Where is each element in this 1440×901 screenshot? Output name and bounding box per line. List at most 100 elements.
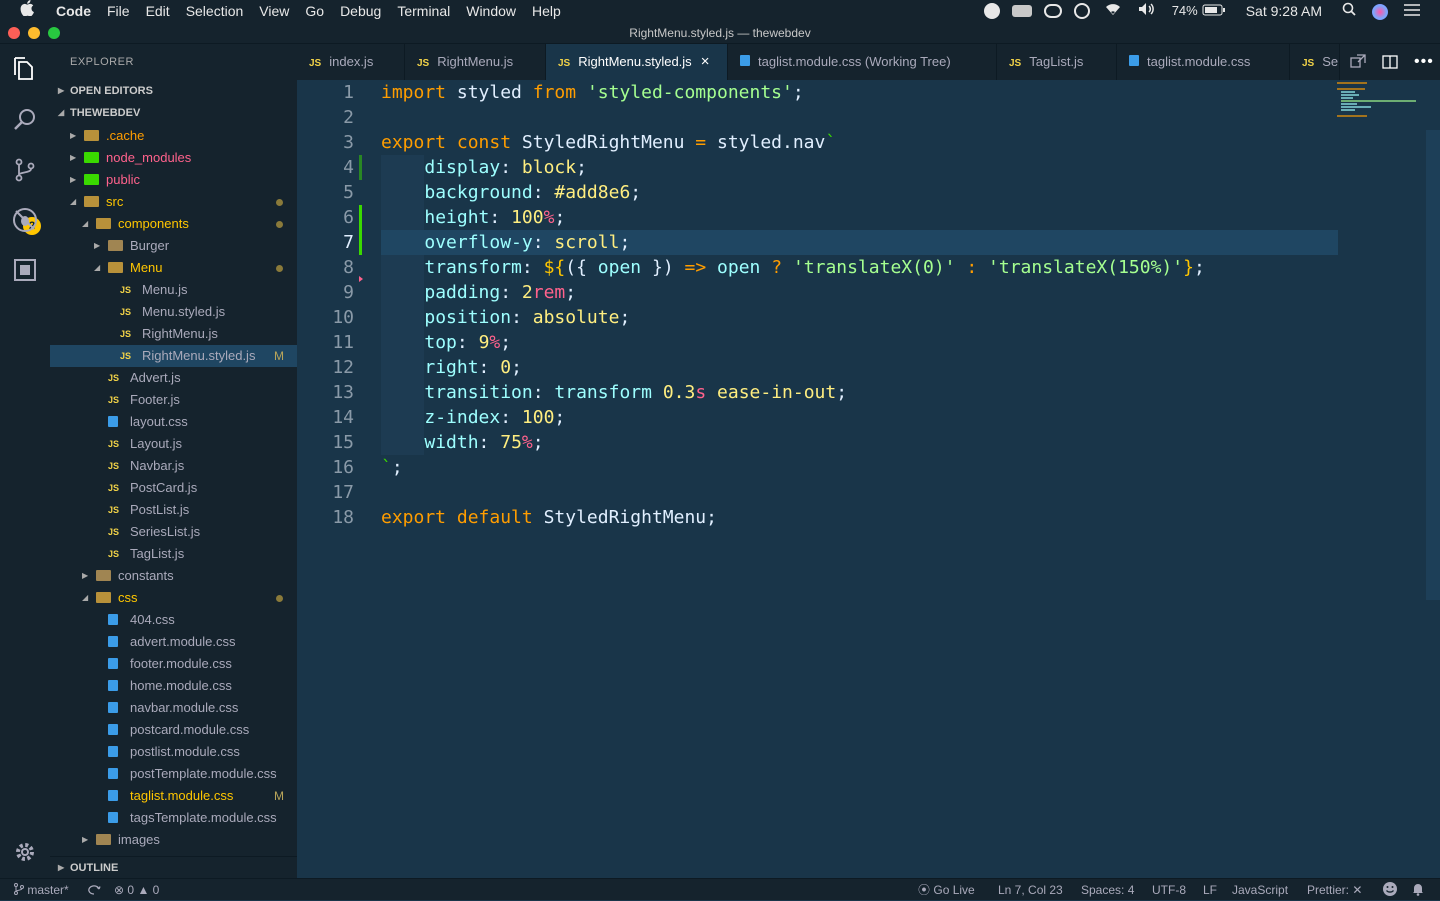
- docker-icon[interactable]: [1011, 5, 1032, 17]
- tree-item-label: Footer.js: [130, 392, 180, 407]
- split-editor-icon[interactable]: [1382, 54, 1398, 75]
- file-encoding[interactable]: UTF-8: [1152, 879, 1186, 901]
- settings-gear-icon[interactable]: [0, 830, 50, 874]
- tree-item-postcard-js[interactable]: JS PostCard.js: [50, 477, 297, 499]
- tree-item-postcard-module-css[interactable]: postcard.module.css: [50, 719, 297, 741]
- menu-edit[interactable]: Edit: [138, 0, 178, 22]
- notification-center-icon[interactable]: [1396, 0, 1440, 22]
- code-editor[interactable]: 1 2 3 4 5 6 7 8 9 10 11 12 13 14 15 16 17 18 import style…: [297, 80, 1440, 878]
- tree-item-postlist-module-css[interactable]: postlist.module.css: [50, 741, 297, 763]
- app-menu-code[interactable]: Code: [48, 0, 99, 22]
- tab-rightmenu-js[interactable]: JS RightMenu.js: [405, 44, 546, 80]
- tab-taglist-js[interactable]: JS TagList.js: [997, 44, 1117, 80]
- more-actions-icon[interactable]: •••: [1414, 53, 1434, 71]
- menu-window[interactable]: Window: [458, 0, 524, 22]
- tab-taglist-css[interactable]: csstaglist.module.css: [1117, 44, 1290, 80]
- outline-section[interactable]: ▶ OUTLINE: [50, 856, 297, 878]
- debug-icon[interactable]: [0, 198, 50, 242]
- tree-item-rightmenu-js[interactable]: JS RightMenu.js: [50, 323, 297, 345]
- tree-item-public[interactable]: ▶ public: [50, 169, 297, 191]
- menu-view[interactable]: View: [251, 0, 297, 22]
- tree-item-posttemplate-module-css[interactable]: postTemplate.module.css: [50, 763, 297, 785]
- tree-item-taglist-js[interactable]: JS TagList.js: [50, 543, 297, 565]
- tree-item-home-module-css[interactable]: home.module.css: [50, 675, 297, 697]
- time-machine-icon[interactable]: [1073, 3, 1090, 19]
- tree-item-advert-module-css[interactable]: advert.module.css: [50, 631, 297, 653]
- menu-help[interactable]: Help: [524, 0, 569, 22]
- javascript-file-icon: JS: [120, 329, 132, 339]
- tree-item-footer-js[interactable]: JS Footer.js: [50, 389, 297, 411]
- tree-item-cache[interactable]: ▶ .cache: [50, 125, 297, 147]
- tree-item-navbar-module-css[interactable]: navbar.module.css: [50, 697, 297, 719]
- tree-item-constants[interactable]: ▶ constants: [50, 565, 297, 587]
- sync-icon[interactable]: [86, 879, 102, 901]
- vertical-scrollbar[interactable]: [1426, 130, 1440, 600]
- open-editors-section[interactable]: ▶ OPEN EDITORS: [50, 80, 297, 102]
- explorer-icon[interactable]: [0, 48, 50, 92]
- cursor-position[interactable]: Ln 7, Col 23: [998, 879, 1063, 901]
- tree-item-navbar-js[interactable]: JS Navbar.js: [50, 455, 297, 477]
- wifi-icon[interactable]: [1096, 0, 1130, 22]
- tree-item-src[interactable]: ◢ src: [50, 191, 297, 213]
- tree-item-menu-js[interactable]: JS Menu.js: [50, 279, 297, 301]
- menu-selection[interactable]: Selection: [178, 0, 252, 22]
- tree-item-layout-css[interactable]: layout.css: [50, 411, 297, 433]
- notifications-bell-icon[interactable]: [1411, 879, 1425, 901]
- line-number: 6: [343, 207, 354, 228]
- tree-item-layout-js[interactable]: JS Layout.js: [50, 433, 297, 455]
- siri-icon[interactable]: [1364, 0, 1396, 22]
- line-number: 9: [343, 282, 354, 303]
- prettier-status[interactable]: Prettier: ✕: [1307, 879, 1362, 901]
- tree-item-images[interactable]: ▶ images: [50, 829, 297, 851]
- tree-item-advert-js[interactable]: JS Advert.js: [50, 367, 297, 389]
- menu-file[interactable]: File: [99, 0, 138, 22]
- battery-percent[interactable]: 74%: [1164, 0, 1200, 22]
- git-branch[interactable]: master*: [14, 879, 69, 901]
- source-control-icon[interactable]: [0, 148, 50, 192]
- volume-icon[interactable]: [1130, 0, 1164, 22]
- tree-item-404-css[interactable]: 404.css: [50, 609, 297, 631]
- clock[interactable]: Sat 9:28 AM: [1234, 0, 1334, 22]
- open-changes-icon[interactable]: [1350, 54, 1366, 75]
- minimap[interactable]: [1337, 80, 1427, 120]
- tab-serieslist-js[interactable]: JS Se: [1290, 44, 1340, 80]
- maximize-window-button[interactable]: [48, 27, 60, 39]
- tree-item-tagstemplate-module-css[interactable]: tagsTemplate.module.css: [50, 807, 297, 829]
- tree-item-node-modules[interactable]: ▶ node_modules: [50, 147, 297, 169]
- apple-menu-icon[interactable]: [0, 0, 48, 22]
- menu-go[interactable]: Go: [297, 0, 332, 22]
- tree-item-rightmenu-styled-js[interactable]: JS RightMenu.styled.js M: [50, 345, 297, 367]
- battery-icon[interactable]: [1200, 0, 1234, 22]
- tab-taglist-css-working-tree[interactable]: csstaglist.module.css (Working Tree): [728, 44, 997, 80]
- status-check-icon[interactable]: [983, 3, 1000, 19]
- spotlight-search-icon[interactable]: [1334, 0, 1364, 22]
- indentation[interactable]: Spaces: 4: [1081, 879, 1134, 901]
- tab-index-js[interactable]: JS index.js: [297, 44, 405, 80]
- tab-rightmenu-styled-js[interactable]: JS RightMenu.styled.js ×: [546, 44, 728, 80]
- tree-item-serieslist-js[interactable]: JS SeriesList.js: [50, 521, 297, 543]
- tree-item-menu-styled-js[interactable]: JS Menu.styled.js: [50, 301, 297, 323]
- tree-item-components[interactable]: ◢ components: [50, 213, 297, 235]
- line-ending[interactable]: LF: [1203, 879, 1217, 901]
- project-section[interactable]: ◢ THEWEBDEV: [50, 102, 297, 124]
- tree-item-footer-module-css[interactable]: footer.module.css: [50, 653, 297, 675]
- menu-debug[interactable]: Debug: [332, 0, 389, 22]
- feedback-smiley-icon[interactable]: [1382, 879, 1398, 901]
- tree-item-label: constants: [118, 568, 174, 583]
- close-tab-icon[interactable]: ×: [701, 53, 710, 70]
- search-icon[interactable]: [0, 98, 50, 142]
- menu-terminal[interactable]: Terminal: [389, 0, 458, 22]
- tree-item-taglist-module-css[interactable]: taglist.module.css M: [50, 785, 297, 807]
- close-window-button[interactable]: [8, 27, 20, 39]
- tree-item-menu[interactable]: ◢ Menu: [50, 257, 297, 279]
- tree-item-burger[interactable]: ▶ Burger: [50, 235, 297, 257]
- tree-item-label: SeriesList.js: [130, 524, 201, 539]
- minimize-window-button[interactable]: [28, 27, 40, 39]
- go-live-button[interactable]: ⦿ Go Live: [918, 879, 975, 901]
- language-mode[interactable]: JavaScript: [1232, 879, 1288, 901]
- problems-indicator[interactable]: ⊗ 0 ▲ 0: [114, 879, 159, 901]
- tree-item-postlist-js[interactable]: JS PostList.js: [50, 499, 297, 521]
- extensions-icon[interactable]: [0, 248, 50, 292]
- creative-cloud-icon[interactable]: [1043, 4, 1062, 18]
- tree-item-css[interactable]: ◢ css: [50, 587, 297, 609]
